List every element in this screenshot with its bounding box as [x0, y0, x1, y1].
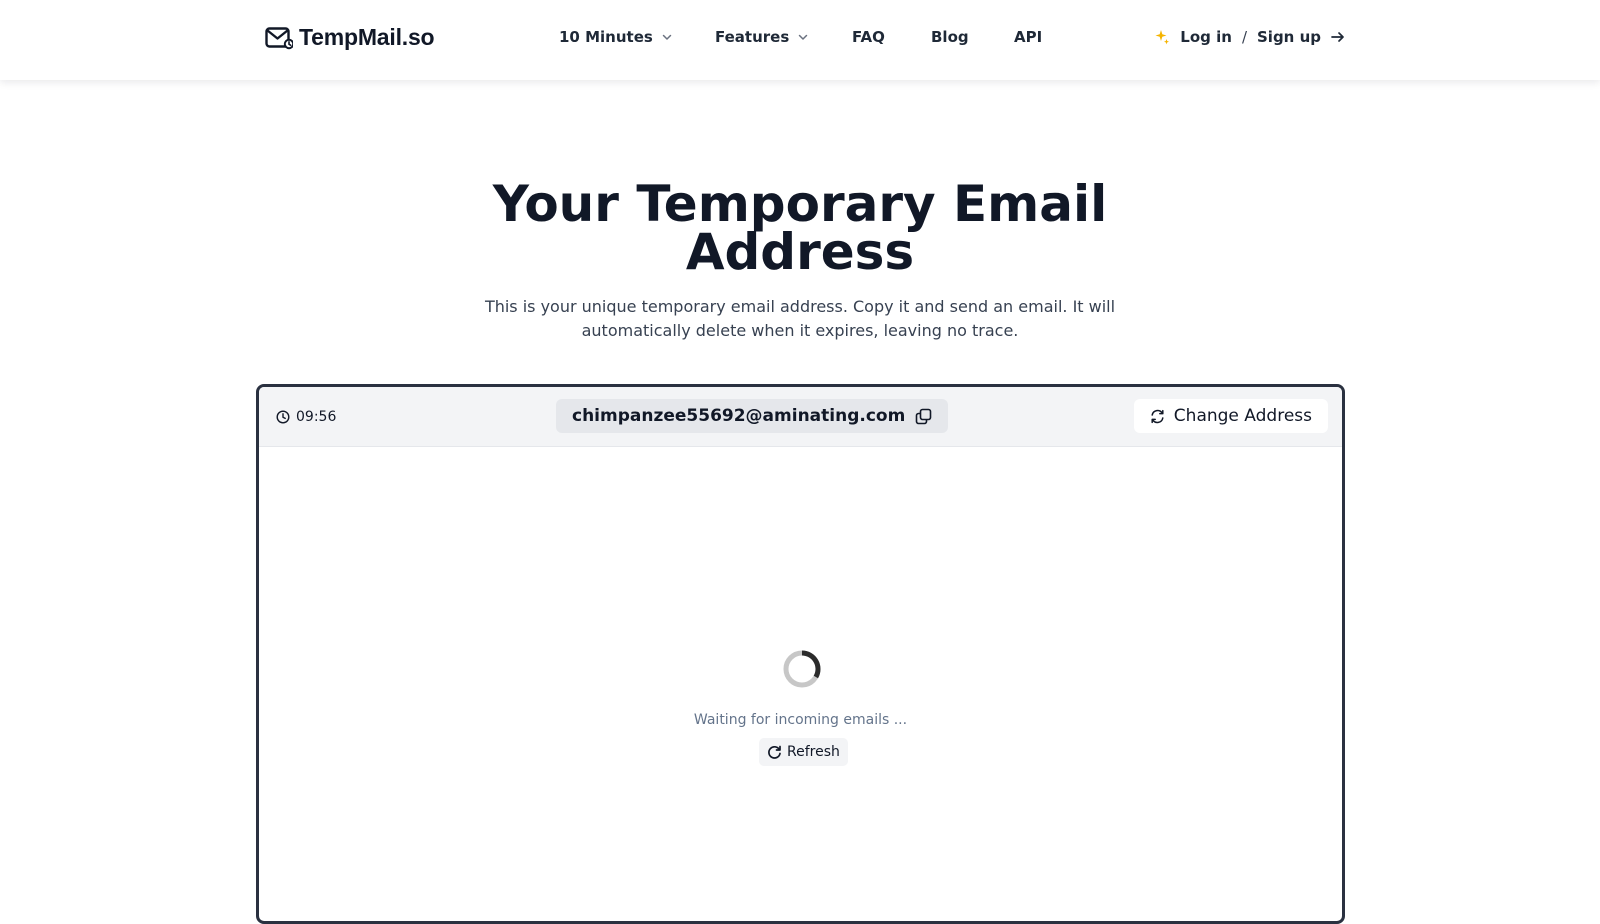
nav-label: Blog [931, 28, 969, 46]
auth-separator: / [1241, 28, 1247, 46]
nav-item-api[interactable]: API [1014, 28, 1042, 46]
nav-label: API [1014, 28, 1043, 46]
login-link[interactable]: Log in [1180, 28, 1232, 46]
nav-item-blog[interactable]: Blog [931, 28, 969, 46]
page-title-line-2: Address [685, 223, 915, 281]
waiting-message: Waiting for incoming emails ... [693, 712, 908, 728]
refresh-label: Refresh [787, 744, 840, 760]
page-subtitle: This is your unique temporary email addr… [484, 297, 1116, 340]
nav-label: Features [715, 28, 790, 46]
chevron-down-icon [797, 31, 809, 43]
arrow-right-icon[interactable] [1331, 31, 1345, 43]
sparkle-icon [1154, 29, 1170, 45]
main-nav: 10 Minutes Features FAQ Blog API [0, 28, 1600, 52]
clock-icon [276, 410, 290, 424]
page-title-line-1: Your Temporary Email [492, 175, 1108, 233]
nav-item-faq[interactable]: FAQ [852, 28, 885, 46]
email-address: chimpanzee55692@aminating.com [572, 406, 906, 426]
signup-link[interactable]: Sign up [1257, 28, 1321, 46]
nav-label: FAQ [852, 28, 885, 46]
refresh-icon [767, 745, 782, 760]
loading-spinner-icon [782, 649, 822, 689]
mailbox-toolbar: 09:56 chimpanzee55692@aminating.com Chan… [259, 387, 1342, 447]
nav-item-features[interactable]: Features [715, 28, 809, 46]
chevron-down-icon [661, 31, 673, 43]
change-address-button[interactable]: Change Address [1133, 399, 1328, 433]
nav-label: 10 Minutes [559, 28, 653, 46]
refresh-cycle-icon [1150, 409, 1165, 424]
email-address-copy-button[interactable]: chimpanzee55692@aminating.com [556, 399, 949, 433]
copy-icon[interactable] [915, 408, 932, 425]
timer-value: 09:56 [296, 409, 337, 425]
refresh-button[interactable]: Refresh [759, 738, 848, 766]
auth-links: Log in / Sign up [1154, 28, 1345, 46]
site-header: TempMail.so 10 Minutes Features FAQ Blog… [0, 0, 1600, 80]
expiry-timer: 09:56 [276, 409, 336, 425]
mailbox-panel: 09:56 chimpanzee55692@aminating.com Chan… [256, 384, 1345, 924]
change-address-label: Change Address [1173, 406, 1312, 426]
nav-item-10-minutes[interactable]: 10 Minutes [559, 28, 673, 46]
page-title: Your Temporary Email Address [0, 175, 1600, 281]
